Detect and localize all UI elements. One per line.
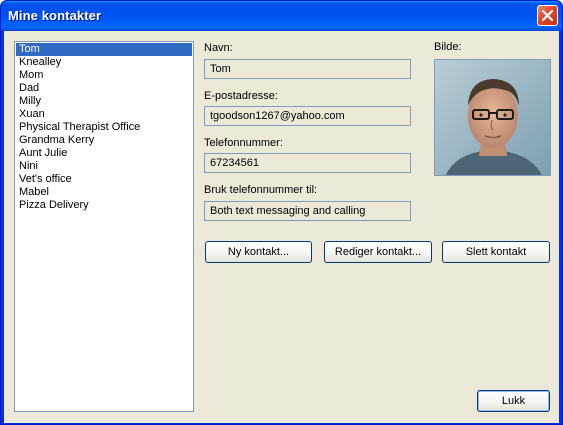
contact-list-item[interactable]: Grandma Kerry (16, 134, 192, 147)
photo-label: Bilde: (434, 41, 462, 53)
contact-list-item[interactable]: Mom (16, 69, 192, 82)
contact-list-item[interactable]: Knealley (16, 56, 192, 69)
contact-list-item[interactable]: Pizza Delivery (16, 199, 192, 212)
contact-list-item[interactable]: Xuan (16, 108, 192, 121)
contact-list-item[interactable]: Milly (16, 95, 192, 108)
delete-contact-button[interactable]: Slett kontakt (442, 241, 550, 263)
edit-contact-button[interactable]: Rediger kontakt... (324, 241, 432, 263)
name-label: Navn: (204, 42, 233, 54)
phone-usage-label: Bruk telefonnummer til: (204, 184, 318, 196)
contact-list-item[interactable]: Nini (16, 160, 192, 173)
contact-list-item[interactable]: Dad (16, 82, 192, 95)
contacts-window: Mine kontakter Tom Knealley Mom Dad Mill… (0, 0, 563, 425)
window-title: Mine kontakter (8, 8, 102, 23)
new-contact-button[interactable]: Ny kontakt... (205, 241, 312, 263)
phone-field: 67234561 (204, 153, 411, 173)
contact-list[interactable]: Tom Knealley Mom Dad Milly Xuan Physical… (14, 41, 194, 412)
contact-list-item[interactable]: Physical Therapist Office (16, 121, 192, 134)
email-field: tgoodson1267@yahoo.com (204, 106, 411, 126)
dialog-body: Tom Knealley Mom Dad Milly Xuan Physical… (4, 31, 559, 423)
close-button[interactable]: Lukk (477, 390, 550, 412)
contact-list-item[interactable]: Aunt Julie (16, 147, 192, 160)
phone-usage-field: Both text messaging and calling (204, 201, 411, 221)
contact-list-item[interactable]: Vet's office (16, 173, 192, 186)
contact-list-item[interactable]: Tom (16, 43, 192, 56)
portrait-image (435, 60, 550, 175)
contact-photo (434, 59, 551, 176)
name-field: Tom (204, 59, 411, 79)
email-label: E-postadresse: (204, 90, 278, 102)
contact-list-item[interactable]: Mabel (16, 186, 192, 199)
close-window-button[interactable] (537, 5, 558, 26)
phone-label: Telefonnummer: (204, 137, 283, 149)
close-icon (541, 9, 554, 22)
title-bar[interactable]: Mine kontakter (1, 1, 562, 31)
